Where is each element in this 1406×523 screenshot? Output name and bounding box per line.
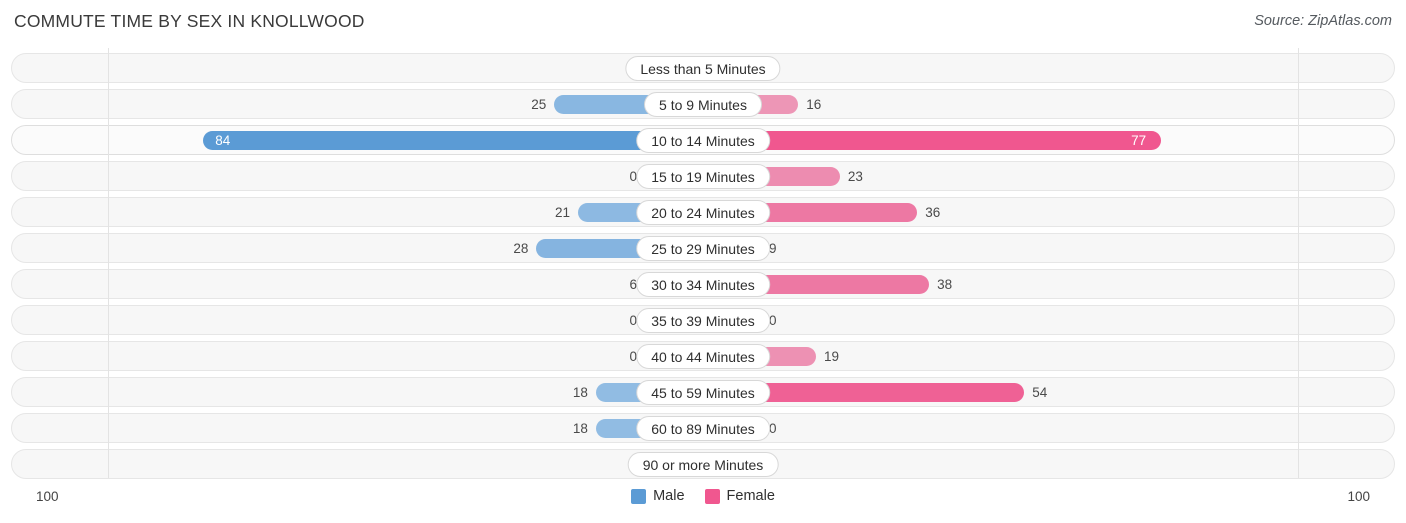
category-label: 20 to 24 Minutes [636, 200, 770, 225]
chart-row[interactable]: 84 77 10 to 14 Minutes [11, 125, 1395, 155]
chart-row[interactable]: 18 0 60 to 89 Minutes [11, 413, 1395, 443]
category-label: 35 to 39 Minutes [636, 308, 770, 333]
chart-row[interactable]: 18 54 45 to 59 Minutes [11, 377, 1395, 407]
chart-row[interactable]: 25 16 5 to 9 Minutes [11, 89, 1395, 119]
value-label-male: 84 [215, 133, 231, 148]
axis-gridline [108, 48, 109, 478]
chart-row[interactable]: 21 36 20 to 24 Minutes [11, 197, 1395, 227]
legend-label: Male [653, 488, 685, 504]
category-label: 40 to 44 Minutes [636, 344, 770, 369]
value-label-female: 0 [769, 421, 777, 436]
chart-row[interactable]: 0 0 35 to 39 Minutes [11, 305, 1395, 335]
chart-plot-area: 00Less than 5 Minutes25165 to 9 Minutes8… [0, 48, 1406, 484]
value-label-female: 77 [1131, 133, 1147, 148]
category-label: 30 to 34 Minutes [636, 272, 770, 297]
axis-gridline [1298, 48, 1299, 478]
legend-label: Female [726, 488, 775, 504]
value-label-male: 18 [572, 385, 588, 400]
legend-item[interactable]: Female [704, 488, 775, 504]
value-label-female: 9 [769, 241, 777, 256]
page-title: COMMUTE TIME BY SEX IN KNOLLWOOD [14, 11, 365, 31]
value-label-male: 25 [531, 97, 547, 112]
chart-row[interactable]: 0 23 15 to 19 Minutes [11, 161, 1395, 191]
value-label-female: 36 [925, 205, 941, 220]
chart-legend: Male Female [0, 488, 1406, 504]
category-label: Less than 5 Minutes [625, 56, 781, 81]
value-label-female: 23 [847, 169, 863, 184]
chart-footer: 100 100 Male Female [0, 486, 1406, 523]
chart-row[interactable]: 0 19 40 to 44 Minutes [11, 341, 1395, 371]
value-label-female: 54 [1032, 385, 1048, 400]
value-label-male: 28 [513, 241, 529, 256]
category-label: 5 to 9 Minutes [644, 92, 762, 117]
category-label: 60 to 89 Minutes [636, 416, 770, 441]
source-attribution: Source: ZipAtlas.com [1254, 13, 1392, 29]
chart-row[interactable]: 0090 or more Minutes [11, 449, 1395, 479]
legend-swatch-icon [704, 488, 720, 504]
value-label-male: 18 [572, 421, 588, 436]
value-label-female: 19 [824, 349, 840, 364]
chart-row[interactable]: 28 9 25 to 29 Minutes [11, 233, 1395, 263]
bar-female[interactable] [703, 131, 1162, 150]
value-label-male: 21 [555, 205, 571, 220]
value-label-female: 16 [806, 97, 822, 112]
value-label-female: 0 [769, 313, 777, 328]
category-label: 90 or more Minutes [627, 452, 779, 477]
chart-row[interactable]: 6 38 30 to 34 Minutes [11, 269, 1395, 299]
category-label: 10 to 14 Minutes [636, 128, 770, 153]
category-label: 15 to 19 Minutes [636, 164, 770, 189]
legend-swatch-icon [631, 488, 647, 504]
chart-header: COMMUTE TIME BY SEX IN KNOLLWOOD Source:… [0, 0, 1406, 46]
chart-row[interactable]: 00Less than 5 Minutes [11, 53, 1395, 83]
value-label-female: 38 [937, 277, 953, 292]
legend-item[interactable]: Male [631, 488, 685, 504]
category-label: 25 to 29 Minutes [636, 236, 770, 261]
category-label: 45 to 59 Minutes [636, 380, 770, 405]
bar-male[interactable] [203, 131, 703, 150]
